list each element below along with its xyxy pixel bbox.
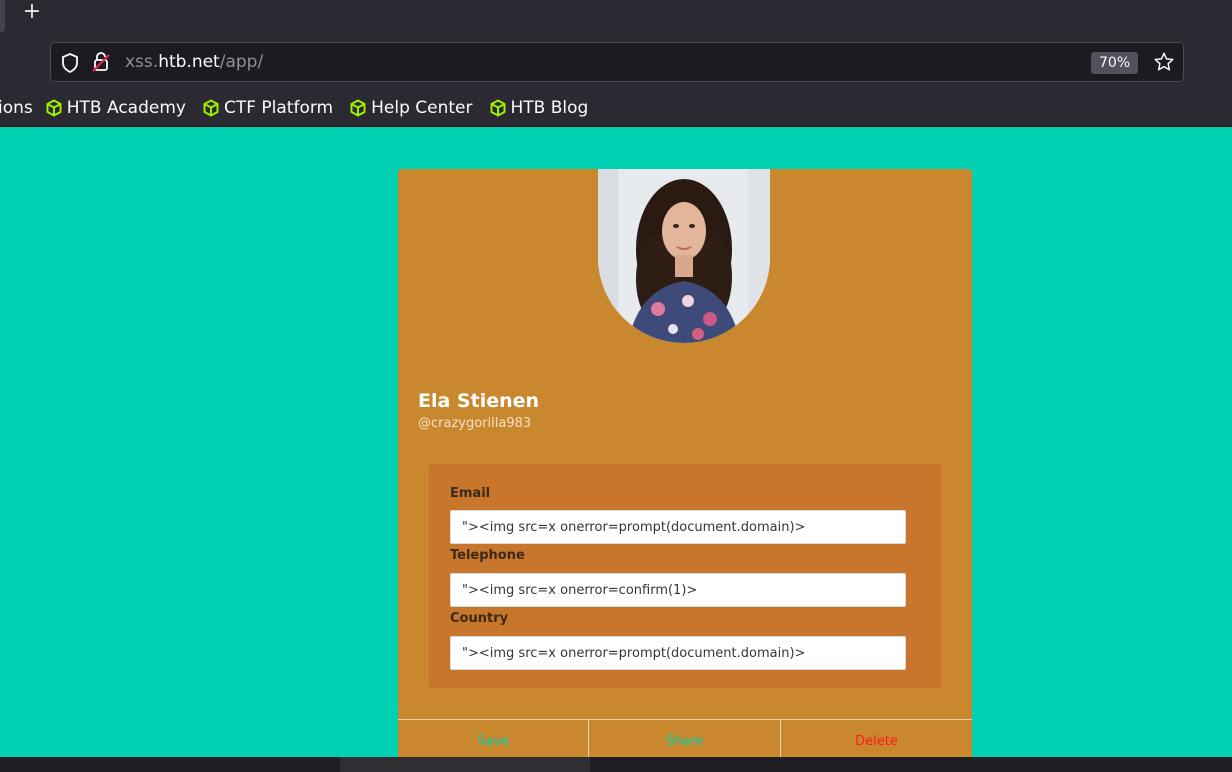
profile-name: Ela Stienen <box>418 390 540 412</box>
browser-tab[interactable] <box>0 0 5 32</box>
cube-icon <box>46 99 62 117</box>
profile-card: Ela Stienen @crazygorilla983 Email Telep… <box>398 169 972 769</box>
email-label: Email <box>450 486 491 501</box>
os-taskbar <box>0 757 1232 772</box>
contact-info-box: Email Telephone Country <box>429 464 941 688</box>
zoom-level-badge[interactable]: 70% <box>1091 52 1139 74</box>
url-host: htb.net <box>158 52 220 72</box>
shield-icon[interactable] <box>61 53 79 73</box>
address-bar[interactable]: xss.htb.net/app/ 70% <box>50 42 1184 82</box>
toolbar-divider <box>0 126 1232 127</box>
bookmark-star-icon[interactable] <box>1153 51 1175 73</box>
country-label: Country <box>450 611 509 626</box>
bookmark-htb-blog[interactable]: HTB Blog <box>489 98 589 118</box>
url-text[interactable]: xss.htb.net/app/ <box>125 51 263 73</box>
bookmark-truncated[interactable]: ions <box>0 98 33 118</box>
cube-icon <box>203 99 219 117</box>
country-field[interactable] <box>450 636 906 670</box>
navigation-bar: xss.htb.net/app/ 70% <box>0 36 1232 90</box>
bookmarks-toolbar: ions HTB Academy CTF Platform Help Cente… <box>0 90 1232 126</box>
insecure-lock-icon[interactable] <box>91 51 111 73</box>
cube-icon <box>350 99 366 117</box>
telephone-label: Telephone <box>450 548 525 563</box>
new-tab-button[interactable]: + <box>20 0 44 28</box>
bookmark-label: CTF Platform <box>223 98 334 118</box>
bookmark-ctf-platform[interactable]: CTF Platform <box>202 98 333 118</box>
profile-photo-illustration <box>598 169 770 343</box>
bookmark-label: HTB Academy <box>66 98 186 118</box>
profile-photo <box>598 169 770 343</box>
bookmark-help-center[interactable]: Help Center <box>349 98 473 118</box>
bookmark-label: Help Center <box>371 98 473 118</box>
taskbar-active-window[interactable] <box>340 757 590 772</box>
url-subdomain: xss. <box>125 52 159 72</box>
profile-handle: @crazygorilla983 <box>418 416 532 431</box>
tab-bar: + <box>0 0 1232 36</box>
email-field[interactable] <box>450 510 906 544</box>
bookmark-htb-academy[interactable]: HTB Academy <box>45 98 186 118</box>
bookmark-label: HTB Blog <box>510 98 589 118</box>
cube-icon <box>490 99 505 117</box>
telephone-field[interactable] <box>450 573 906 607</box>
url-path: /app/ <box>219 52 264 72</box>
